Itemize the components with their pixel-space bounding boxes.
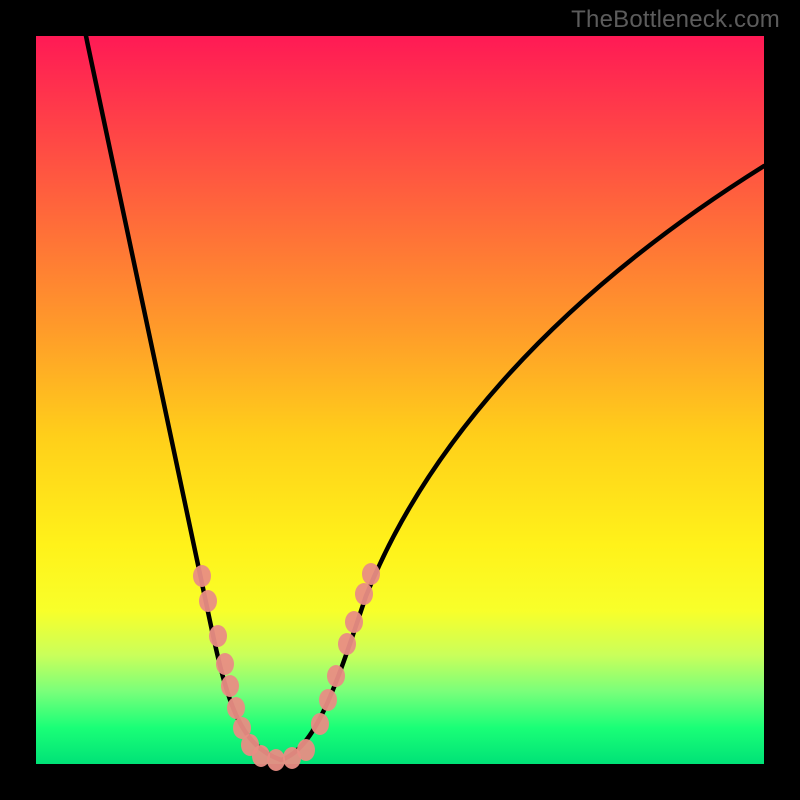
data-marker [221, 675, 239, 697]
data-marker [227, 697, 245, 719]
data-marker [209, 625, 227, 647]
data-marker [355, 583, 373, 605]
data-marker [193, 565, 211, 587]
data-marker [199, 590, 217, 612]
data-marker [345, 611, 363, 633]
data-marker [362, 563, 380, 585]
data-marker [338, 633, 356, 655]
plot-area [36, 36, 764, 764]
data-marker [327, 665, 345, 687]
data-marker [311, 713, 329, 735]
bottleneck-curve [86, 36, 764, 760]
watermark-text: TheBottleneck.com [571, 6, 780, 34]
data-marker [319, 689, 337, 711]
data-marker [216, 653, 234, 675]
chart-frame: TheBottleneck.com [0, 0, 800, 800]
curve-layer [36, 36, 764, 764]
data-marker [297, 739, 315, 761]
